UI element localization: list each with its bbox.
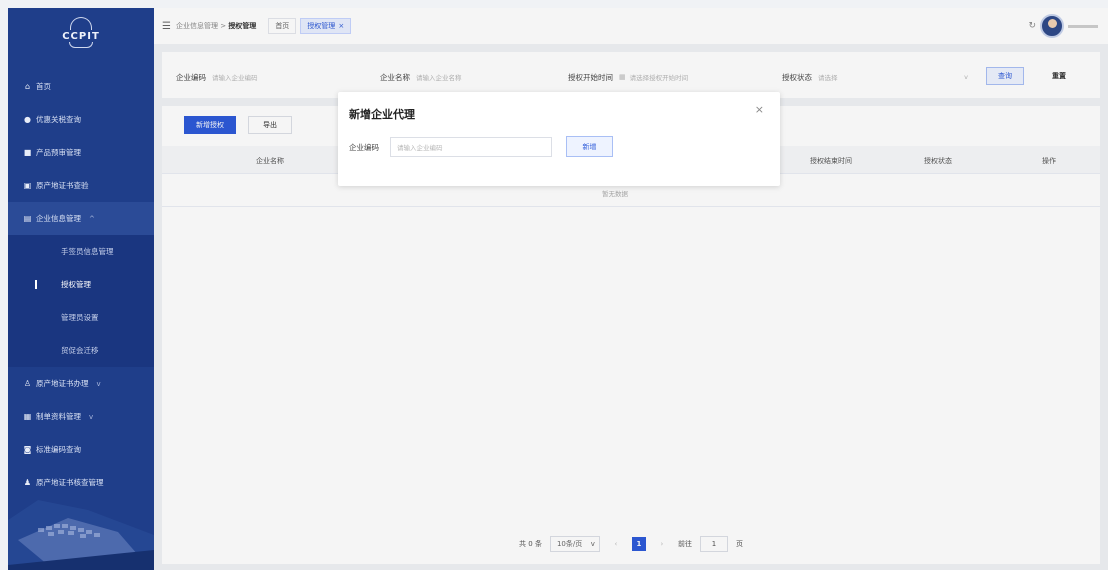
close-icon[interactable]: × bbox=[755, 103, 764, 116]
sidebar-item-label: 企业信息管理 bbox=[36, 214, 81, 223]
sidebar-subitem-admin-settings[interactable]: 管理员设置 bbox=[8, 301, 154, 334]
certificate-icon: ▣ bbox=[23, 181, 32, 190]
dialog-company-code-input[interactable]: 请输入企业编码 bbox=[390, 137, 552, 157]
chevron-down-icon: v bbox=[89, 412, 94, 421]
search-icon: ● bbox=[24, 115, 31, 124]
sidebar-subitem-authorization[interactable]: 授权管理 bbox=[8, 268, 154, 301]
sidebar-item-label: 原产地证书办理 bbox=[36, 379, 89, 388]
sidebar-menu: ⌂ 首页 ● 优惠关税查询 ■ 产品预审管理 ▣ 原产地证书查验 ▤ 企业信息管… bbox=[8, 70, 154, 499]
sidebar-item-company-info[interactable]: ▤ 企业信息管理 ^ bbox=[8, 202, 154, 235]
sidebar-item-tariff-query[interactable]: ● 优惠关税查询 bbox=[8, 103, 154, 136]
sidebar-item-label: 管理员设置 bbox=[61, 313, 99, 322]
sidebar-item-label: 首页 bbox=[36, 82, 51, 91]
sidebar-item-label: 手签员信息管理 bbox=[61, 247, 114, 256]
sidebar-item-product-review[interactable]: ■ 产品预审管理 bbox=[8, 136, 154, 169]
sidebar-subitem-ccpit-migration[interactable]: 贸促会迁移 bbox=[8, 334, 154, 367]
add-agent-dialog: 新增企业代理 × 企业编码 请输入企业编码 新增 bbox=[338, 92, 780, 186]
sidebar-item-label: 优惠关税查询 bbox=[36, 115, 81, 124]
dialog-add-button[interactable]: 新增 bbox=[566, 136, 613, 157]
sidebar: CCPIT ⌂ 首页 ● 优惠关税查询 ■ 产品预审管理 ▣ 原产地证书查验 ▤… bbox=[8, 8, 154, 570]
sidebar-item-label: 标准编码查询 bbox=[36, 445, 81, 454]
folder-icon: ▦ bbox=[23, 412, 32, 421]
sidebar-subitem-signer-info[interactable]: 手签员信息管理 bbox=[8, 235, 154, 268]
sidebar-item-label: 原产地证书查验 bbox=[36, 181, 89, 190]
briefcase-icon: ■ bbox=[23, 148, 32, 157]
code-icon: ◙ bbox=[23, 445, 32, 454]
dialog-title: 新增企业代理 bbox=[349, 108, 415, 121]
logo-text: CCPIT bbox=[62, 30, 100, 42]
sidebar-item-label: 授权管理 bbox=[61, 280, 91, 289]
sidebar-item-document-management[interactable]: ▦ 制单资料管理 v bbox=[8, 400, 154, 433]
sidebar-item-certificate-processing[interactable]: ♙ 原产地证书办理 v bbox=[8, 367, 154, 400]
sidebar-item-label: 制单资料管理 bbox=[36, 412, 81, 421]
sidebar-item-standard-code[interactable]: ◙ 标准编码查询 bbox=[8, 433, 154, 466]
logo-emblem-icon bbox=[70, 16, 92, 30]
user-badge-icon: ♙ bbox=[23, 379, 32, 388]
dialog-company-code-label: 企业编码 bbox=[349, 143, 379, 152]
home-icon: ⌂ bbox=[24, 82, 31, 91]
company-info-submenu: 手签员信息管理 授权管理 管理员设置 贸促会迁移 bbox=[8, 235, 154, 367]
logo-wreath-icon bbox=[69, 41, 93, 48]
sidebar-item-label: 贸促会迁移 bbox=[61, 346, 99, 355]
cargo-ship-illustration bbox=[8, 500, 154, 570]
sidebar-item-home[interactable]: ⌂ 首页 bbox=[8, 70, 154, 103]
sidebar-item-certificate-check[interactable]: ▣ 原产地证书查验 bbox=[8, 169, 154, 202]
chevron-down-icon: v bbox=[96, 379, 101, 388]
sidebar-item-label: 产品预审管理 bbox=[36, 148, 81, 157]
chevron-up-icon: ^ bbox=[89, 214, 95, 223]
building-icon: ▤ bbox=[23, 214, 32, 223]
ccpit-logo: CCPIT bbox=[8, 8, 154, 56]
